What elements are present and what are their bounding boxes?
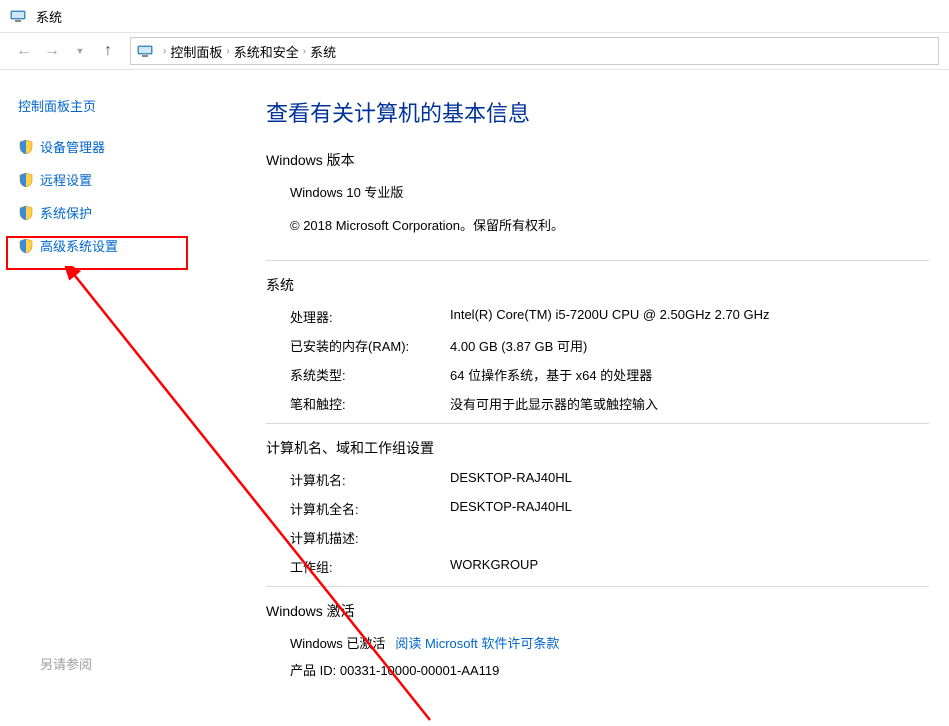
sidebar-item-remote-settings[interactable]: 远程设置 (18, 170, 208, 189)
control-panel-home-link[interactable]: 控制面板主页 (18, 96, 208, 115)
info-label: 工作组: (290, 557, 450, 576)
sidebar-item-advanced-settings[interactable]: 高级系统设置 (18, 236, 208, 255)
info-row: 计算机描述: (290, 528, 929, 547)
info-value: DESKTOP-RAJ40HL (450, 499, 929, 518)
info-value: 4.00 GB (3.87 GB 可用) (450, 336, 929, 355)
shield-icon (18, 205, 34, 221)
info-label: 计算机名: (290, 470, 450, 489)
breadcrumb-item[interactable]: 系统 (310, 42, 336, 61)
info-label: 计算机描述: (290, 528, 450, 547)
title-bar: 系统 (0, 0, 949, 32)
info-value: 64 位操作系统，基于 x64 的处理器 (450, 365, 929, 384)
info-row: 工作组:WORKGROUP (290, 557, 929, 576)
chevron-right-icon: › (163, 46, 166, 57)
section-system-title: 系统 (266, 275, 929, 295)
forward-button[interactable]: → (38, 37, 66, 65)
shield-icon (18, 139, 34, 155)
sidebar-item-system-protection[interactable]: 系统保护 (18, 203, 208, 222)
shield-icon (18, 172, 34, 188)
info-row: 笔和触控:没有可用于此显示器的笔或触控输入 (290, 394, 929, 413)
chevron-right-icon: › (303, 46, 306, 57)
dropdown-history-button[interactable]: ▼ (66, 37, 94, 65)
info-value: Intel(R) Core(TM) i5-7200U CPU @ 2.50GHz… (450, 307, 929, 326)
info-row: 系统类型:64 位操作系统，基于 x64 的处理器 (290, 365, 929, 384)
address-bar: ← → ▼ ↑ › 控制面板 › 系统和安全 › 系统 (0, 32, 949, 70)
sidebar-item-label: 设备管理器 (40, 137, 105, 156)
sidebar: 控制面板主页 设备管理器 远程设置 系统保护 高级系统设置 (0, 70, 226, 677)
activation-status: Windows 已激活 (290, 633, 385, 652)
sidebar-item-label: 系统保护 (40, 203, 92, 222)
info-value: DESKTOP-RAJ40HL (450, 470, 929, 489)
info-value: WORKGROUP (450, 557, 929, 576)
chevron-right-icon: › (226, 46, 229, 57)
info-label: 计算机全名: (290, 499, 450, 518)
product-id: 产品 ID: 00331-10000-00001-AA119 (290, 660, 929, 677)
computer-icon (137, 43, 153, 59)
section-activation-title: Windows 激活 (266, 601, 929, 621)
info-label: 处理器: (290, 307, 450, 326)
system-icon (10, 8, 26, 24)
page-heading: 查看有关计算机的基本信息 (266, 96, 929, 128)
section-computer-title: 计算机名、域和工作组设置 (266, 438, 929, 458)
info-label: 已安装的内存(RAM): (290, 336, 450, 355)
info-label: 系统类型: (290, 365, 450, 384)
info-value: 没有可用于此显示器的笔或触控输入 (450, 394, 929, 413)
info-row: 已安装的内存(RAM):4.00 GB (3.87 GB 可用) (290, 336, 929, 355)
info-row: 处理器:Intel(R) Core(TM) i5-7200U CPU @ 2.5… (290, 307, 929, 326)
info-value (450, 528, 929, 547)
info-label: 笔和触控: (290, 394, 450, 413)
back-button[interactable]: ← (10, 37, 38, 65)
sidebar-item-label: 远程设置 (40, 170, 92, 189)
breadcrumb-item[interactable]: 控制面板 (170, 42, 222, 61)
windows-edition-name: Windows 10 专业版 (290, 182, 929, 201)
windows-copyright: © 2018 Microsoft Corporation。保留所有权利。 (290, 215, 929, 234)
sidebar-item-device-manager[interactable]: 设备管理器 (18, 137, 208, 156)
sidebar-item-label: 高级系统设置 (40, 236, 118, 255)
breadcrumb[interactable]: › 控制面板 › 系统和安全 › 系统 (130, 37, 939, 65)
section-windows-edition-title: Windows 版本 (266, 150, 929, 170)
up-button[interactable]: ↑ (94, 37, 122, 65)
shield-icon (18, 238, 34, 254)
window-title: 系统 (36, 7, 62, 26)
see-also-label: 另请参阅 (40, 654, 92, 673)
info-row: 计算机全名:DESKTOP-RAJ40HL (290, 499, 929, 518)
main-content: 查看有关计算机的基本信息 Windows 版本 Windows 10 专业版 ©… (226, 70, 949, 677)
license-terms-link[interactable]: 阅读 Microsoft 软件许可条款 (395, 633, 559, 652)
info-row: 计算机名:DESKTOP-RAJ40HL (290, 470, 929, 489)
breadcrumb-item[interactable]: 系统和安全 (234, 42, 299, 61)
